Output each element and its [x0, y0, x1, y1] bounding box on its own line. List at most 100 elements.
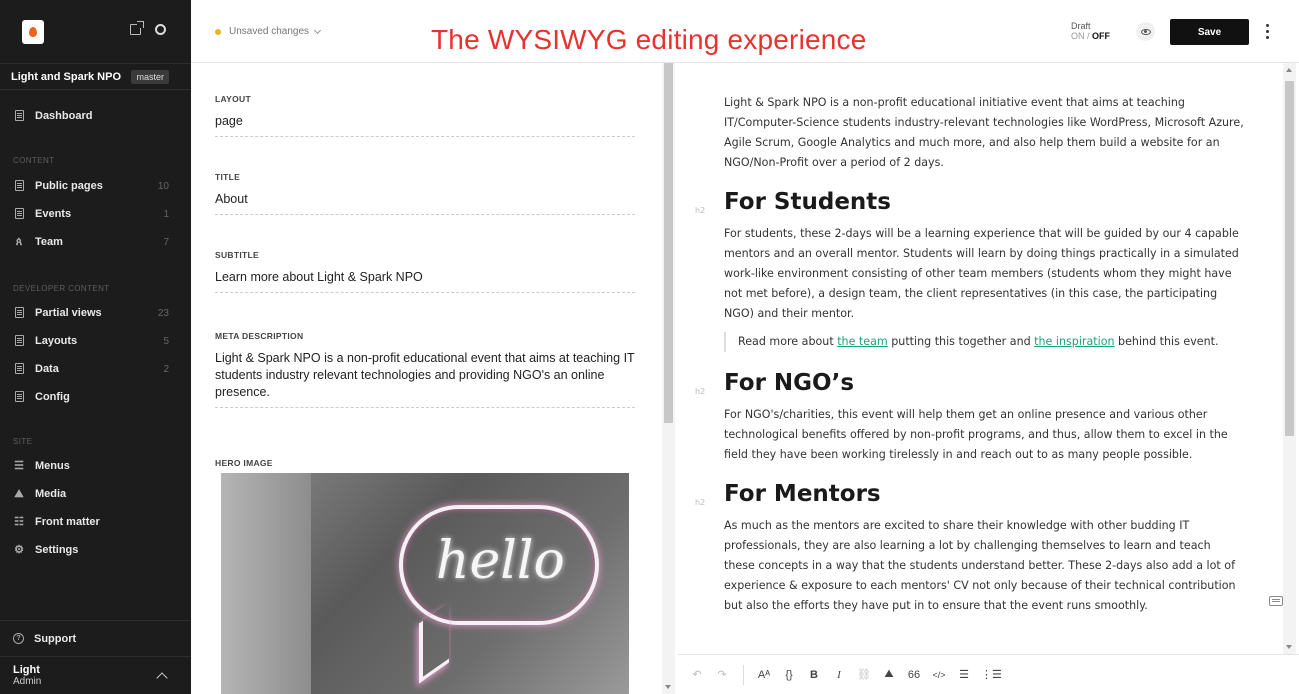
meta-description-field: META DESCRIPTION Light & Spark NPO is a … — [215, 331, 635, 408]
ngo-paragraph[interactable]: For NGO's/charities, this event will hel… — [724, 405, 1244, 465]
heading-text: For NGO’s — [724, 370, 855, 396]
subtitle-input[interactable]: Learn more about Light & Spark NPO — [215, 269, 635, 293]
title-field: TITLE About — [215, 172, 635, 215]
undo-icon[interactable]: ↶ — [689, 665, 705, 685]
sidebar-item-menus[interactable]: ☰ Menus — [0, 452, 191, 480]
editor-toolbar: ↶ ↷ Aᴬ {} B I ⛓ ⛰ 66 </> ☰ ⋮☰ — [678, 654, 1299, 694]
sidebar-item-front-matter[interactable]: ☷ Front matter — [0, 508, 191, 536]
site-name: Light and Spark NPO — [11, 70, 122, 83]
mentors-paragraph[interactable]: As much as the mentors are excited to sh… — [724, 516, 1244, 616]
field-label: SUBTITLE — [215, 250, 259, 260]
sidebar-item-team[interactable]: ጰ Team 7 — [0, 228, 191, 256]
draft-toggle[interactable]: Draft ON / OFF — [1071, 21, 1110, 41]
quote-icon[interactable]: 66 — [906, 665, 922, 685]
meta-description-input[interactable]: Light & Spark NPO is a non-profit educat… — [215, 350, 635, 408]
quote-text: putting this together and — [887, 335, 1035, 348]
document-icon — [14, 307, 24, 318]
heading-text: For Students — [724, 189, 891, 215]
status-circle-icon[interactable] — [155, 24, 166, 35]
students-paragraph[interactable]: For students, these 2-days will be a lea… — [724, 224, 1244, 324]
support-link[interactable]: ? Support — [0, 620, 191, 656]
field-label: LAYOUT — [215, 94, 251, 104]
layout-input[interactable]: page — [215, 113, 635, 137]
sidebar-item-label: Dashboard — [35, 110, 93, 122]
flame-icon — [29, 26, 37, 37]
sidebar-item-layouts[interactable]: Layouts 5 — [0, 327, 191, 355]
sidebar: Light and Spark NPO master Dashboard CON… — [0, 0, 191, 694]
editor-scrollbar[interactable] — [1283, 63, 1296, 654]
user-name: Light — [13, 664, 40, 676]
status-dot-icon — [215, 28, 221, 35]
sidebar-item-partial-views[interactable]: Partial views 23 — [0, 299, 191, 327]
item-count: 1 — [163, 208, 169, 220]
preview-button[interactable] — [1136, 22, 1155, 41]
heading-text: For Mentors — [724, 481, 881, 507]
sidebar-item-settings[interactable]: ⚙ Settings — [0, 536, 191, 564]
menu-icon: ☰ — [14, 460, 24, 472]
heading-for-ngos[interactable]: h2 For NGO’s — [695, 370, 1244, 396]
branch-badge[interactable]: master — [131, 69, 169, 84]
sidebar-item-label: Media — [35, 488, 67, 500]
section-label-content: CONTENT — [13, 155, 55, 165]
heading-for-mentors[interactable]: h2 For Mentors — [695, 481, 1244, 507]
sidebar-item-data[interactable]: Data 2 — [0, 355, 191, 383]
link-the-team[interactable]: the team — [837, 335, 888, 348]
sidebar-item-label: Events — [35, 208, 72, 220]
document-icon — [14, 208, 24, 219]
user-role: Admin — [13, 676, 42, 687]
item-count: 7 — [163, 236, 169, 248]
section-label-developer: DEVELOPER CONTENT — [13, 283, 110, 293]
document-icon — [14, 335, 24, 346]
form-scrollbar[interactable] — [662, 63, 675, 694]
sidebar-item-public-pages[interactable]: Public pages 10 — [0, 172, 191, 200]
heading-for-students[interactable]: h2 For Students — [695, 189, 1244, 215]
sidebar-item-media[interactable]: ⛰ Media — [0, 480, 191, 508]
title-input[interactable]: About — [215, 191, 635, 215]
link-icon[interactable]: ⛓ — [856, 665, 872, 685]
sidebar-item-label: Settings — [35, 544, 79, 556]
sidebar-item-label: Partial views — [35, 307, 102, 319]
more-options-icon[interactable] — [1266, 24, 1269, 39]
hero-image[interactable]: hello — [221, 473, 629, 694]
redo-icon[interactable]: ↷ — [714, 665, 730, 685]
external-link-icon[interactable] — [130, 21, 144, 35]
draft-off: OFF — [1092, 31, 1111, 41]
italic-icon[interactable]: I — [831, 665, 847, 685]
unsaved-changes-dropdown[interactable]: Unsaved changes — [215, 26, 322, 37]
font-size-icon[interactable]: Aᴬ — [756, 665, 772, 685]
site-selector[interactable]: Light and Spark NPO master — [0, 63, 191, 90]
chevron-down-icon — [314, 26, 322, 34]
item-count: 5 — [163, 335, 169, 347]
section-label-site: SITE — [13, 436, 33, 446]
sidebar-item-config[interactable]: Config — [0, 383, 191, 411]
blockquote[interactable]: Read more about the team putting this to… — [724, 332, 1244, 352]
toolbar-divider — [743, 664, 744, 685]
eye-icon — [1140, 28, 1151, 35]
bold-icon[interactable]: B — [806, 665, 822, 685]
h2-tag: h2 — [695, 498, 706, 507]
code-block-icon[interactable]: </> — [931, 665, 947, 685]
numbered-list-icon[interactable]: ⋮☰ — [981, 665, 1002, 685]
draft-label: Draft — [1071, 21, 1091, 31]
status-text: Unsaved changes — [229, 26, 310, 37]
save-button[interactable]: Save — [1170, 19, 1249, 45]
image-icon[interactable]: ⛰ — [881, 665, 897, 685]
site-logo[interactable] — [22, 19, 44, 44]
quote-text: behind this event. — [1114, 335, 1219, 348]
sidebar-item-events[interactable]: Events 1 — [0, 200, 191, 228]
sidebar-item-dashboard[interactable]: Dashboard — [0, 102, 191, 130]
keyboard-icon[interactable] — [1269, 596, 1283, 606]
support-label: Support — [34, 632, 77, 645]
hero-image-field: HERO IMAGE — [215, 458, 635, 468]
wysiwyg-editor[interactable]: Light & Spark NPO is a non-profit educat… — [678, 63, 1281, 654]
users-icon: ጰ — [15, 236, 23, 248]
bullet-list-icon[interactable]: ☰ — [956, 665, 972, 685]
sidebar-item-label: Menus — [35, 460, 70, 472]
media-icon: ⛰ — [14, 488, 24, 500]
layout-field: LAYOUT page — [215, 94, 635, 137]
intro-paragraph[interactable]: Light & Spark NPO is a non-profit educat… — [724, 93, 1244, 173]
user-menu[interactable]: Light Admin — [0, 656, 191, 694]
inline-code-icon[interactable]: {} — [781, 665, 797, 685]
link-the-inspiration[interactable]: the inspiration — [1034, 335, 1114, 348]
overlay-title: The WYSIWYG editing experience — [431, 24, 867, 55]
